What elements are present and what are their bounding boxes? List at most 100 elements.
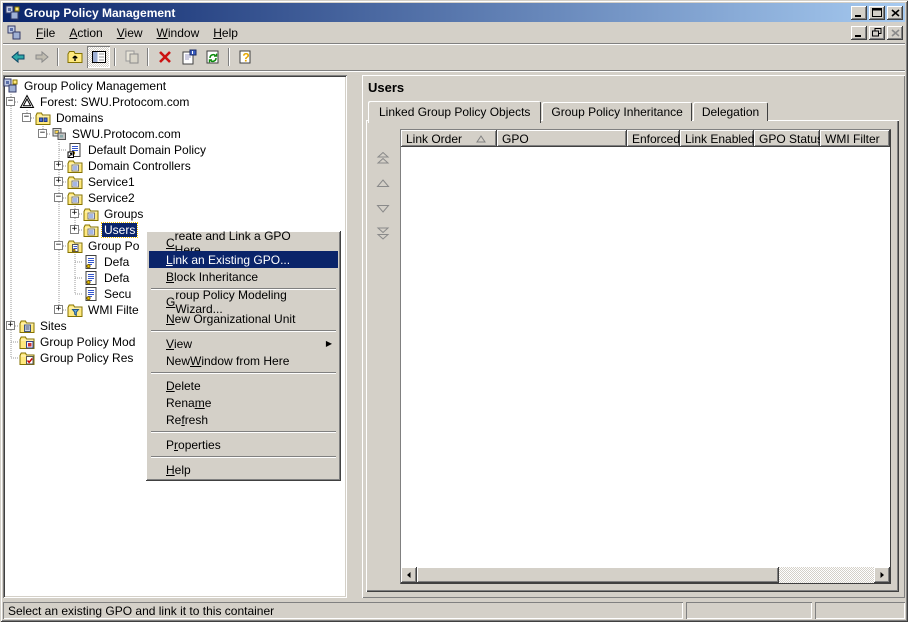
context-menu-item-link-an-existing-gpo[interactable]: Link an Existing GPO... [149,251,338,268]
column-header-enforced[interactable]: Enforced [627,130,680,147]
context-menu-item-rename[interactable]: Rename [149,394,338,411]
menu-separator [149,327,338,335]
window-minimize-button[interactable] [851,6,867,20]
modeling-icon [19,334,35,350]
collapse-icon[interactable] [6,97,15,106]
gpo-icon [83,254,99,270]
tree-item-label: SWU.Protocom.com [70,127,183,141]
up-one-level-button[interactable] [63,46,86,68]
tab-linked-group-policy-objects[interactable]: Linked Group Policy Objects [368,101,541,123]
context-menu-item-block-inheritance[interactable]: Block Inheritance [149,268,338,285]
menu-bar: FileActionViewWindowHelp [3,22,905,44]
tree-guide [35,254,51,270]
window-close-button[interactable] [887,6,903,20]
tree-item-label: Sites [38,319,69,333]
status-bar: Select an existing GPO and link it to th… [3,600,905,619]
column-header-gpo[interactable]: GPO [497,130,627,147]
expand-icon[interactable] [54,161,63,170]
list-body[interactable] [401,147,890,567]
window-maximize-button[interactable] [869,6,885,20]
menu-separator [149,453,338,461]
tree-connector [67,222,83,238]
expand-icon[interactable] [6,321,15,330]
collapse-icon[interactable] [22,113,31,122]
tree-connector [19,110,35,126]
child-minimize-button[interactable] [851,26,867,40]
context-menu-item-delete[interactable]: Delete [149,377,338,394]
tree-guide [19,142,35,158]
context-menu-item-new-organizational-unit[interactable]: New Organizational Unit [149,310,338,327]
context-menu: Create and Link a GPO Here...Link an Exi… [146,231,341,481]
tree-item-label: Group Policy Management [22,79,168,93]
tree-item-domains[interactable]: Domains [3,110,347,126]
context-menu-item-properties[interactable]: Properties [149,436,338,453]
ou-icon [67,174,83,190]
ou-icon [67,190,83,206]
horizontal-scrollbar[interactable] [401,567,890,583]
menu-action[interactable]: Action [62,23,109,43]
title-bar[interactable]: Group Policy Management [3,3,905,22]
tree-guide [35,286,51,302]
gpo-list: Link OrderGPOEnforcedLink EnabledGPO Sta… [400,129,891,584]
move-up-button [375,176,391,190]
tree-item-domain-controllers[interactable]: Domain Controllers [3,158,347,174]
tree-connector [51,158,67,174]
menu-file[interactable]: File [29,23,62,43]
context-menu-item-view[interactable]: View▶ [149,335,338,352]
collapse-icon[interactable] [54,193,63,202]
delete-button[interactable] [153,46,176,68]
expand-icon[interactable] [54,305,63,314]
tree-item-label: Secu [102,287,133,301]
tree-item-default-domain-policy[interactable]: Default Domain Policy [3,142,347,158]
refresh-button[interactable] [201,46,224,68]
column-header-wmi-filter[interactable]: WMI Filter [820,130,890,147]
collapse-icon[interactable] [54,241,63,250]
toolbar-separator [114,48,116,66]
tree-item-group-policy-management[interactable]: Group Policy Management [3,78,347,94]
context-menu-item-help[interactable]: Help [149,461,338,478]
context-menu-item-create-and-link-a-gpo-here[interactable]: Create and Link a GPO Here... [149,234,338,251]
tree-guide [35,238,51,254]
tree-guide [51,270,67,286]
tree-item-groups[interactable]: Groups [3,206,347,222]
context-menu-item-group-policy-modeling-wizard[interactable]: Group Policy Modeling Wizard... [149,293,338,310]
tree-item-service2[interactable]: Service2 [3,190,347,206]
collapse-icon[interactable] [38,129,47,138]
column-header-gpo-status[interactable]: GPO Status [754,130,820,147]
ou-icon [67,158,83,174]
menu-help[interactable]: Help [206,23,245,43]
menu-view[interactable]: View [110,23,150,43]
scroll-right-button[interactable] [874,567,890,583]
tree-item-forest-swu-protocom-com[interactable]: Forest: SWU.Protocom.com [3,94,347,110]
tree-connector [51,302,67,318]
pane-splitter[interactable] [347,75,362,598]
tree-guide [3,206,19,222]
scrollbar-thumb[interactable] [417,567,779,583]
tab-delegation[interactable]: Delegation [693,102,768,121]
expand-icon[interactable] [70,209,79,218]
tree-item-service1[interactable]: Service1 [3,174,347,190]
tree-guide [3,222,19,238]
tree-item-swu-protocom-com[interactable]: SWU.Protocom.com [3,126,347,142]
expand-icon[interactable] [54,177,63,186]
results-pane: Users Linked Group Policy ObjectsGroup P… [362,75,905,598]
column-header-link-order[interactable]: Link Order [401,130,497,147]
column-header-link-enabled[interactable]: Link Enabled [680,130,754,147]
expand-icon[interactable] [70,225,79,234]
tree-guide [35,222,51,238]
show-console-tree-button[interactable] [87,46,110,68]
help-button[interactable]: ? [234,46,257,68]
tree-connector [3,334,19,350]
tab-group-policy-inheritance[interactable]: Group Policy Inheritance [542,102,691,121]
child-restore-button[interactable] [869,26,885,40]
move-bottom-button [375,226,391,240]
context-menu-item-new-window-from-here[interactable]: New Window from Here [149,352,338,369]
tree-item-label: Service1 [86,175,137,189]
tree-connector [67,270,83,286]
context-menu-item-refresh[interactable]: Refresh [149,411,338,428]
toolbar-separator [147,48,149,66]
back-button[interactable] [6,46,29,68]
properties-button[interactable] [177,46,200,68]
menu-window[interactable]: Window [150,23,207,43]
scroll-left-button[interactable] [401,567,417,583]
